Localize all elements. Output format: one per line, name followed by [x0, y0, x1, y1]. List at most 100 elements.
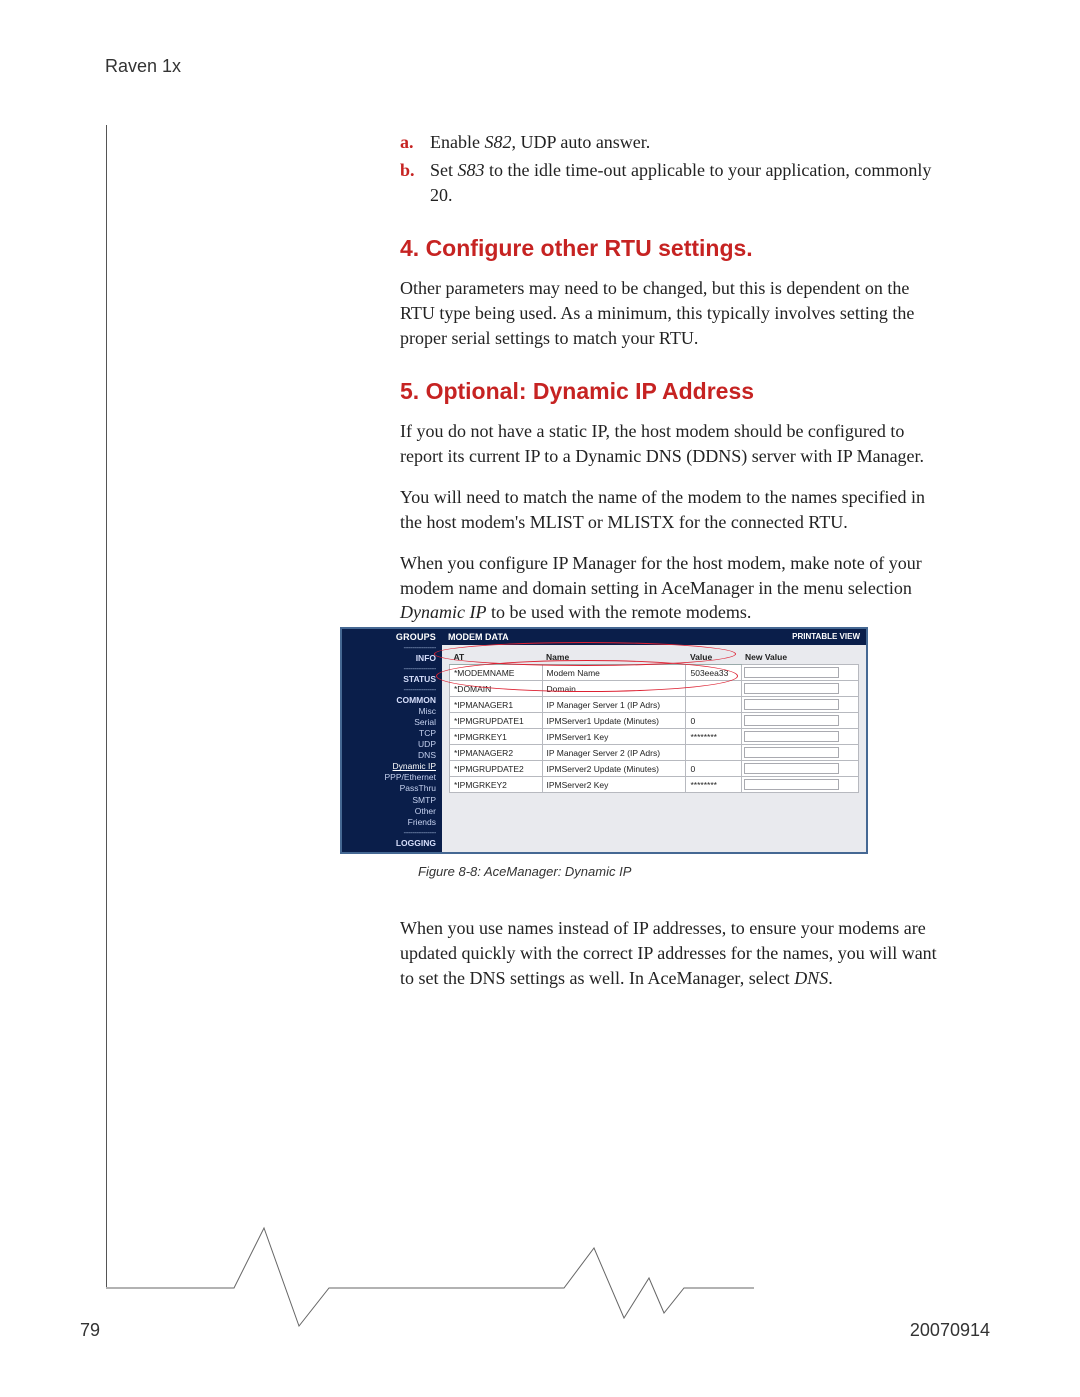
after-figure-text: When you use names instead of IP address…	[400, 916, 945, 1006]
list-item-b: b. Set S83 to the idle time-out applicab…	[400, 158, 945, 207]
cell-at: *IPMGRKEY1	[450, 729, 543, 745]
list-marker-a: a.	[400, 130, 414, 154]
text: Enable	[430, 132, 484, 152]
cell-value	[686, 745, 741, 761]
newvalue-input[interactable]	[744, 715, 839, 726]
table-row: *IPMANAGER1IP Manager Server 1 (IP Adrs)	[450, 697, 859, 713]
text: to the idle time-out applicable to your …	[430, 160, 931, 204]
cell-name: IPMServer1 Update (Minutes)	[542, 713, 686, 729]
page: Raven 1x a. Enable S82, UDP auto answer.…	[0, 0, 1080, 1397]
list-item-a: a. Enable S82, UDP auto answer.	[400, 130, 945, 154]
cell-value: ********	[686, 777, 741, 793]
sidebar-item[interactable]: STATUS	[345, 674, 436, 685]
sidebar-item[interactable]: INFO	[345, 653, 436, 664]
sidebar-item[interactable]: SMTP	[345, 795, 436, 806]
sidebar-item[interactable]: Friends	[345, 817, 436, 828]
sidebar-item[interactable]: Dynamic IP	[345, 761, 436, 772]
text: When you configure IP Manager for the ho…	[400, 553, 922, 598]
table-row: *IPMGRKEY1IPMServer1 Key********	[450, 729, 859, 745]
table-row: *IPMGRUPDATE1IPMServer1 Update (Minutes)…	[450, 713, 859, 729]
newvalue-input[interactable]	[744, 747, 839, 758]
cell-newvalue	[741, 697, 859, 713]
cell-name: IPMServer2 Update (Minutes)	[542, 761, 686, 777]
sidebar-item[interactable]: TCP	[345, 728, 436, 739]
main-header: MODEM DATA	[448, 632, 509, 642]
figure-caption: Figure 8-8: AceManager: Dynamic IP	[418, 864, 960, 879]
cell-value: ********	[686, 729, 741, 745]
acemanager-main: MODEM DATA PRINTABLE VIEW AT Name Value …	[442, 629, 866, 852]
cell-at: *IPMANAGER2	[450, 745, 543, 761]
table-row: *IPMGRKEY2IPMServer2 Key********	[450, 777, 859, 793]
cell-name: IP Manager Server 1 (IP Adrs)	[542, 697, 686, 713]
cell-name: IPMServer2 Key	[542, 777, 686, 793]
cell-newvalue	[741, 761, 859, 777]
doc-header: Raven 1x	[105, 56, 181, 77]
cell-at: *DOMAIN	[450, 681, 543, 697]
sidebar-item[interactable]: Misc	[345, 706, 436, 717]
list-marker-b: b.	[400, 158, 415, 182]
cell-at: *IPMGRKEY2	[450, 777, 543, 793]
cell-value: 0	[686, 713, 741, 729]
sidebar-item[interactable]: Serial	[345, 717, 436, 728]
divider: ---------------	[345, 644, 436, 652]
para-after-fig: When you use names instead of IP address…	[400, 916, 945, 990]
section-5-p1: If you do not have a static IP, the host…	[400, 419, 945, 469]
newvalue-input[interactable]	[744, 779, 839, 790]
col-value: Value	[686, 650, 741, 665]
section-5-heading: 5. Optional: Dynamic IP Address	[400, 378, 945, 405]
cell-name: Modem Name	[542, 665, 686, 681]
sidebar-item[interactable]: UDP	[345, 739, 436, 750]
newvalue-input[interactable]	[744, 667, 839, 678]
acemanager-sidebar: GROUPS --------------- INFO-------------…	[342, 629, 442, 852]
divider: ---------------	[345, 665, 436, 673]
section-4-heading: 4. Configure other RTU settings.	[400, 235, 945, 262]
page-number: 79	[80, 1320, 100, 1341]
newvalue-input[interactable]	[744, 731, 839, 742]
cell-value	[686, 681, 741, 697]
col-newvalue: New Value	[741, 650, 859, 665]
divider: ---------------	[345, 829, 436, 837]
newvalue-input[interactable]	[744, 763, 839, 774]
acemanager-titlebar: MODEM DATA PRINTABLE VIEW	[442, 629, 866, 645]
cell-name: IPMServer1 Key	[542, 729, 686, 745]
cell-newvalue	[741, 729, 859, 745]
col-name: Name	[542, 650, 686, 665]
cell-at: *MODEMNAME	[450, 665, 543, 681]
cell-newvalue	[741, 777, 859, 793]
sidebar-item[interactable]: PassThru	[345, 783, 436, 794]
col-at: AT	[450, 650, 543, 665]
text: Set	[430, 160, 458, 180]
sidebar-item[interactable]: LOGGING	[345, 838, 436, 849]
sidebar-item[interactable]: PPP/Ethernet	[345, 772, 436, 783]
sidebar-item[interactable]: DNS	[345, 750, 436, 761]
table-row: *MODEMNAMEModem Name503eea33	[450, 665, 859, 681]
acemanager-window: GROUPS --------------- INFO-------------…	[340, 627, 868, 854]
emph: DNS	[794, 968, 828, 988]
cell-at: *IPMGRUPDATE2	[450, 761, 543, 777]
newvalue-input[interactable]	[744, 699, 839, 710]
printable-view-link[interactable]: PRINTABLE VIEW	[792, 632, 860, 642]
section-5-p3: When you configure IP Manager for the ho…	[400, 551, 945, 625]
cell-newvalue	[741, 713, 859, 729]
divider: ---------------	[345, 686, 436, 694]
cell-value: 503eea33	[686, 665, 741, 681]
cell-value	[686, 697, 741, 713]
body-content: a. Enable S82, UDP auto answer. b. Set S…	[400, 130, 945, 641]
cell-name: Domain	[542, 681, 686, 697]
page-date: 20070914	[910, 1320, 990, 1341]
table-row: *DOMAINDomain	[450, 681, 859, 697]
section-5-p2: You will need to match the name of the m…	[400, 485, 945, 535]
cell-at: *IPMANAGER1	[450, 697, 543, 713]
acemanager-table: AT Name Value New Value *MODEMNAMEModem …	[442, 645, 866, 798]
figure-8-8: GROUPS --------------- INFO-------------…	[340, 627, 960, 879]
cell-at: *IPMGRUPDATE1	[450, 713, 543, 729]
newvalue-input[interactable]	[744, 683, 839, 694]
cell-newvalue	[741, 745, 859, 761]
cell-name: IP Manager Server 2 (IP Adrs)	[542, 745, 686, 761]
emph: S82	[484, 132, 511, 152]
sidebar-item[interactable]: COMMON	[345, 695, 436, 706]
sidebar-item[interactable]: Other	[345, 806, 436, 817]
text: , UDP auto answer.	[511, 132, 650, 152]
text: When you use names instead of IP address…	[400, 918, 937, 988]
sidebar-header: GROUPS	[345, 632, 436, 642]
